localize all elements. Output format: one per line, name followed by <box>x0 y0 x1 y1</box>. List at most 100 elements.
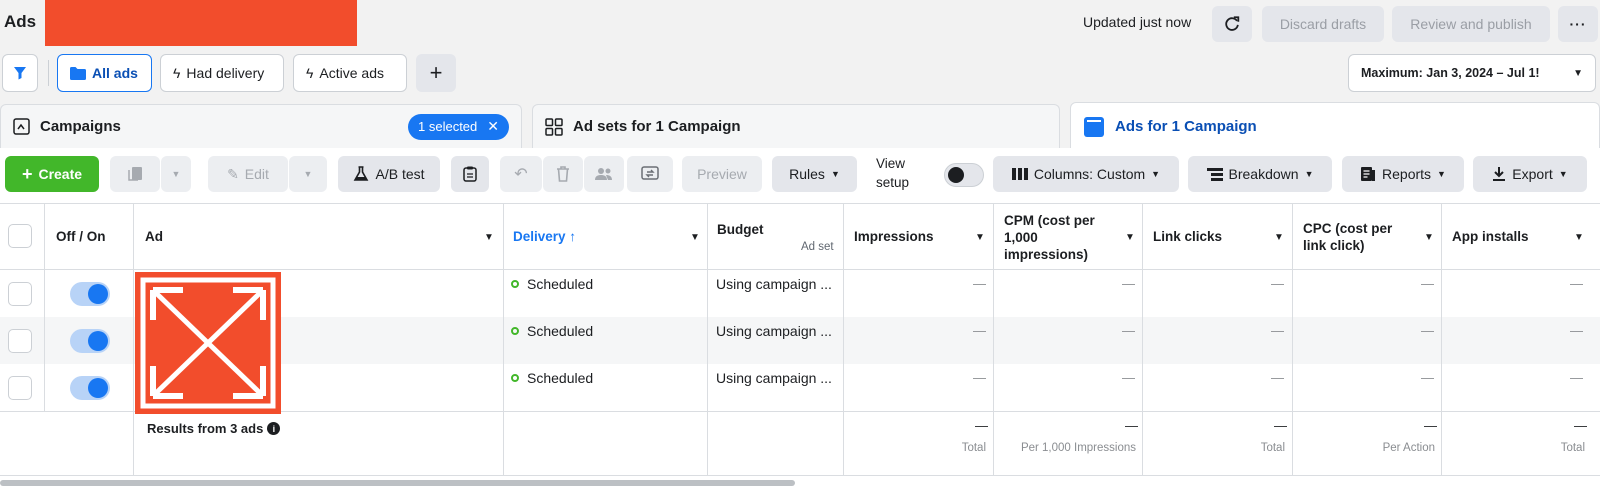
ad-toggle[interactable] <box>70 329 110 353</box>
ab-test-button[interactable]: A/B test <box>338 156 440 192</box>
discard-drafts-button[interactable]: Discard drafts <box>1262 6 1384 42</box>
ad-toggle[interactable] <box>70 376 110 400</box>
column-header-budget[interactable]: Budget <box>717 221 764 238</box>
column-header-off-on[interactable]: Off / On <box>56 228 106 245</box>
column-header-link-clicks[interactable]: Link clicks <box>1153 228 1222 245</box>
selected-chip[interactable]: 1 selected ✕ <box>408 113 509 140</box>
link-clicks-total: — <box>1274 418 1287 433</box>
row-checkbox[interactable] <box>8 329 32 353</box>
column-header-ad[interactable]: Ad <box>145 228 163 245</box>
all-ads-filter[interactable]: All ads <box>57 54 152 92</box>
duplicate-icon <box>128 167 142 181</box>
filter-button[interactable] <box>2 54 38 92</box>
grid-line <box>44 203 45 411</box>
folder-icon <box>70 66 86 80</box>
select-all-checkbox[interactable] <box>8 224 32 248</box>
cpm-header-line3: impressions) <box>1004 247 1089 262</box>
cpm-value: — <box>1122 323 1135 338</box>
ab-test-label: A/B test <box>375 166 425 182</box>
edit-label: Edit <box>244 166 269 182</box>
column-header-cpm[interactable]: CPM (cost per 1,000 impressions) <box>1004 212 1095 263</box>
caret-down-icon[interactable]: ▼ <box>484 232 494 243</box>
column-header-app-installs[interactable]: App installs <box>1452 228 1529 245</box>
link-clicks-value: — <box>1271 323 1284 338</box>
info-icon[interactable]: i <box>267 422 281 435</box>
columns-button[interactable]: Columns: Custom ▼ <box>993 156 1179 192</box>
results-summary: Results from 3 ads i <box>147 421 281 436</box>
create-label: Create <box>38 166 83 182</box>
reports-button[interactable]: Reports ▼ <box>1342 156 1464 192</box>
budget-value: Using campaign ... <box>716 323 832 339</box>
horizontal-scrollbar[interactable] <box>0 480 795 486</box>
cpc-value: — <box>1421 370 1434 385</box>
audience-button[interactable] <box>584 156 624 192</box>
lightning-icon: ϟ <box>173 65 181 81</box>
reports-label: Reports <box>1382 166 1432 182</box>
view-setup-toggle[interactable] <box>944 163 984 187</box>
status-dot-icon <box>511 374 519 382</box>
had-delivery-label: Had delivery <box>186 65 265 81</box>
export-button[interactable]: Export ▼ <box>1473 156 1587 192</box>
caret-down-icon[interactable]: ▼ <box>690 232 700 243</box>
trash-icon <box>557 166 569 182</box>
row-checkbox[interactable] <box>8 282 32 306</box>
impressions-value: — <box>973 276 986 291</box>
results-label: Results from 3 ads <box>147 421 264 436</box>
caret-down-icon[interactable]: ▼ <box>975 232 985 243</box>
grid-line <box>1441 203 1442 475</box>
app-installs-value: — <box>1570 323 1583 338</box>
app-installs-value: — <box>1570 276 1583 291</box>
active-ads-filter[interactable]: ϟ Active ads <box>293 54 407 92</box>
duplicate-button[interactable] <box>110 156 160 192</box>
undo-button[interactable]: ↶ <box>500 156 542 192</box>
tab-ad-sets[interactable]: Ad sets for 1 Campaign <box>532 104 1060 148</box>
review-publish-button[interactable]: Review and publish <box>1392 6 1550 42</box>
impressions-value: — <box>973 323 986 338</box>
create-button[interactable]: + Create <box>5 156 99 192</box>
cpc-header-line1: CPC (cost per <box>1303 221 1393 236</box>
tab-ads[interactable]: Ads for 1 Campaign <box>1070 102 1600 150</box>
date-range-picker[interactable]: Maximum: Jan 3, 2024 – Jul 1! ▼ <box>1348 54 1596 92</box>
add-filter-button[interactable]: + <box>416 54 456 92</box>
clipboard-button[interactable] <box>451 156 489 192</box>
filter-icon <box>14 67 26 80</box>
all-ads-label: All ads <box>92 65 138 81</box>
duplicate-dropdown[interactable]: ▼ <box>161 156 191 192</box>
refresh-button[interactable] <box>1212 6 1252 42</box>
caret-down-icon[interactable]: ▼ <box>1574 232 1584 243</box>
columns-icon <box>1011 168 1028 180</box>
caret-down-icon: ▼ <box>1151 169 1161 179</box>
row-checkbox[interactable] <box>8 376 32 400</box>
rules-button[interactable]: Rules ▼ <box>772 156 857 192</box>
active-ads-label: Active ads <box>319 65 385 81</box>
breakdown-label: Breakdown <box>1228 166 1299 182</box>
column-header-delivery[interactable]: Delivery ↑ <box>513 228 576 245</box>
grid-line <box>993 203 994 475</box>
grid-line <box>133 203 134 475</box>
delete-button[interactable] <box>543 156 583 192</box>
delivery-status: Scheduled <box>511 370 593 386</box>
close-icon[interactable]: ✕ <box>487 118 499 135</box>
edit-button[interactable]: ✎ Edit <box>208 156 288 192</box>
tab-campaigns[interactable]: Campaigns 1 selected ✕ <box>0 104 522 148</box>
expand-overlay[interactable] <box>135 272 281 414</box>
ad-toggle[interactable] <box>70 282 110 306</box>
breakdown-button[interactable]: Breakdown ▼ <box>1188 156 1332 192</box>
caret-down-icon: ▼ <box>303 169 313 179</box>
refresh-icon <box>1225 16 1240 31</box>
more-options-button[interactable]: ··· <box>1558 6 1598 42</box>
export-label: Export <box>1512 166 1553 182</box>
had-delivery-filter[interactable]: ϟ Had delivery <box>160 54 284 92</box>
share-button[interactable] <box>627 156 673 192</box>
plus-icon: + <box>21 163 33 184</box>
grid-line <box>0 475 1600 476</box>
budget-subheader: Ad set <box>801 241 834 253</box>
edit-dropdown[interactable]: ▼ <box>289 156 327 192</box>
caret-down-icon[interactable]: ▼ <box>1424 232 1434 243</box>
caret-down-icon[interactable]: ▼ <box>1274 232 1284 243</box>
preview-button[interactable]: Preview <box>682 156 762 192</box>
flask-icon <box>354 166 369 181</box>
column-header-impressions[interactable]: Impressions <box>854 228 934 245</box>
column-header-cpc[interactable]: CPC (cost per link click) <box>1303 220 1392 254</box>
caret-down-icon[interactable]: ▼ <box>1125 232 1135 243</box>
